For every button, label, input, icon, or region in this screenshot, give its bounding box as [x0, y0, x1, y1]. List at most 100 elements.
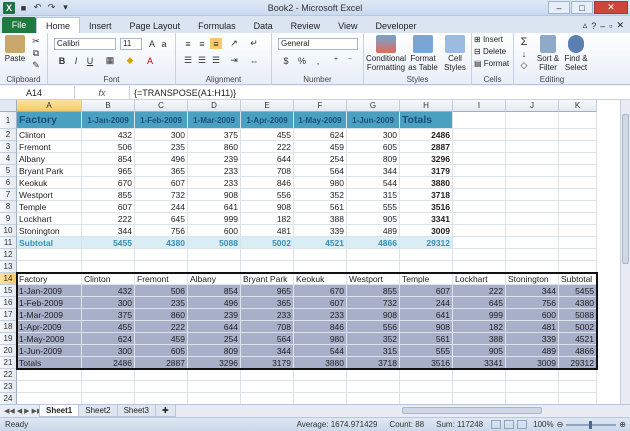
table1-cell[interactable]: 339: [294, 225, 347, 237]
empty-cell[interactable]: [559, 225, 597, 237]
page-layout-view-icon[interactable]: [504, 420, 515, 429]
empty-cell[interactable]: [506, 153, 559, 165]
empty-cell[interactable]: [559, 189, 597, 201]
subtotal-cell[interactable]: 5088: [188, 237, 241, 249]
empty-cell[interactable]: [82, 261, 135, 273]
row-header-20[interactable]: 20: [0, 345, 17, 357]
table1-cell[interactable]: 855: [82, 189, 135, 201]
empty-cell[interactable]: [506, 237, 559, 249]
table1-cell[interactable]: 254: [294, 153, 347, 165]
maximize-button[interactable]: □: [571, 1, 593, 14]
wrap-text-icon[interactable]: ↵: [248, 38, 260, 49]
table1-cell[interactable]: Stonington: [17, 225, 82, 237]
table1-cell[interactable]: Lockhart: [17, 213, 82, 225]
empty-cell[interactable]: [559, 237, 597, 249]
transposed-cell[interactable]: 3009: [506, 357, 559, 369]
empty-cell[interactable]: [453, 393, 506, 404]
empty-cell[interactable]: [506, 112, 559, 129]
format-cells-button[interactable]: ▤ Format: [474, 59, 514, 68]
table1-header-cell[interactable]: 1-Feb-2009: [135, 112, 188, 129]
transposed-header-cell[interactable]: Subtotal: [559, 273, 597, 285]
empty-cell[interactable]: [453, 261, 506, 273]
table1-cell[interactable]: 605: [347, 141, 400, 153]
transposed-cell[interactable]: 607: [294, 297, 347, 309]
row-header-19[interactable]: 19: [0, 333, 17, 345]
transposed-header-cell[interactable]: Keokuk: [294, 273, 347, 285]
transposed-cell[interactable]: 300: [82, 297, 135, 309]
empty-cell[interactable]: [559, 129, 597, 141]
bold-button[interactable]: B: [56, 55, 68, 66]
empty-cell[interactable]: [506, 261, 559, 273]
horizontal-scrollbar[interactable]: [390, 406, 630, 415]
row-header-9[interactable]: 9: [0, 213, 17, 225]
transposed-cell[interactable]: 1-Feb-2009: [17, 297, 82, 309]
sheet-tab-sheet3[interactable]: Sheet3: [116, 405, 156, 417]
empty-cell[interactable]: [506, 165, 559, 177]
table1-cell[interactable]: 2486: [400, 129, 453, 141]
vertical-scrollbar[interactable]: [620, 100, 630, 404]
row-header-10[interactable]: 10: [0, 225, 17, 237]
empty-cell[interactable]: [294, 261, 347, 273]
empty-cell[interactable]: [453, 225, 506, 237]
empty-cell[interactable]: [294, 249, 347, 261]
empty-cell[interactable]: [559, 381, 597, 393]
empty-cell[interactable]: [188, 381, 241, 393]
tab-data[interactable]: Data: [245, 18, 282, 33]
table1-cell[interactable]: 300: [135, 129, 188, 141]
sheet-tab-sheet2[interactable]: Sheet2: [78, 405, 118, 417]
shrink-font-icon[interactable]: a: [158, 38, 170, 49]
transposed-cell[interactable]: 455: [82, 321, 135, 333]
align-left-icon[interactable]: ☰: [182, 55, 194, 66]
table1-cell[interactable]: 544: [347, 177, 400, 189]
column-header-c[interactable]: C: [135, 100, 188, 112]
transposed-cell[interactable]: 855: [347, 285, 400, 297]
empty-cell[interactable]: [559, 201, 597, 213]
table1-cell[interactable]: 641: [188, 201, 241, 213]
delete-cells-button[interactable]: ⊟ Delete: [474, 47, 514, 56]
table1-cell[interactable]: Bryant Park: [17, 165, 82, 177]
transposed-cell[interactable]: 344: [241, 345, 294, 357]
transposed-cell[interactable]: 3880: [294, 357, 347, 369]
table1-cell[interactable]: 3179: [400, 165, 453, 177]
empty-cell[interactable]: [453, 129, 506, 141]
empty-cell[interactable]: [506, 213, 559, 225]
redo-icon[interactable]: ↷: [46, 2, 57, 13]
align-bottom-icon[interactable]: ≡: [210, 38, 222, 49]
transposed-cell[interactable]: 624: [82, 333, 135, 345]
row-header-3[interactable]: 3: [0, 141, 17, 153]
table1-cell[interactable]: 999: [188, 213, 241, 225]
copy-icon[interactable]: ⧉: [30, 48, 42, 59]
transposed-cell[interactable]: 1-Jan-2009: [17, 285, 82, 297]
empty-cell[interactable]: [453, 213, 506, 225]
row-header-2[interactable]: 2: [0, 129, 17, 141]
transposed-cell[interactable]: 908: [400, 321, 453, 333]
transposed-cell[interactable]: 670: [294, 285, 347, 297]
align-right-icon[interactable]: ☰: [210, 55, 222, 66]
transposed-cell[interactable]: Totals: [17, 357, 82, 369]
empty-cell[interactable]: [453, 112, 506, 129]
transposed-cell[interactable]: 375: [82, 309, 135, 321]
empty-cell[interactable]: [506, 381, 559, 393]
empty-cell[interactable]: [82, 381, 135, 393]
subtotal-cell[interactable]: 5455: [82, 237, 135, 249]
row-header-14[interactable]: 14: [0, 273, 17, 285]
percent-button[interactable]: %: [296, 55, 308, 66]
transposed-header-cell[interactable]: Clinton: [82, 273, 135, 285]
empty-cell[interactable]: [400, 261, 453, 273]
minimize-button[interactable]: –: [548, 1, 570, 14]
transposed-cell[interactable]: 3718: [347, 357, 400, 369]
transposed-cell[interactable]: 908: [347, 309, 400, 321]
workbook-close-icon[interactable]: ✕: [616, 20, 624, 31]
empty-cell[interactable]: [135, 381, 188, 393]
empty-cell[interactable]: [241, 393, 294, 404]
transposed-cell[interactable]: 481: [506, 321, 559, 333]
table1-cell[interactable]: 222: [241, 141, 294, 153]
comma-button[interactable]: ,: [312, 55, 324, 66]
table1-cell[interactable]: 644: [241, 153, 294, 165]
transposed-header-cell[interactable]: Albany: [188, 273, 241, 285]
workbook-restore-icon[interactable]: ▫: [609, 21, 612, 31]
save-icon[interactable]: ■: [18, 2, 29, 13]
autosum-button[interactable]: Σ: [518, 36, 530, 48]
row-header-13[interactable]: 13: [0, 261, 17, 273]
table1-header-cell[interactable]: 1-Apr-2009: [241, 112, 294, 129]
